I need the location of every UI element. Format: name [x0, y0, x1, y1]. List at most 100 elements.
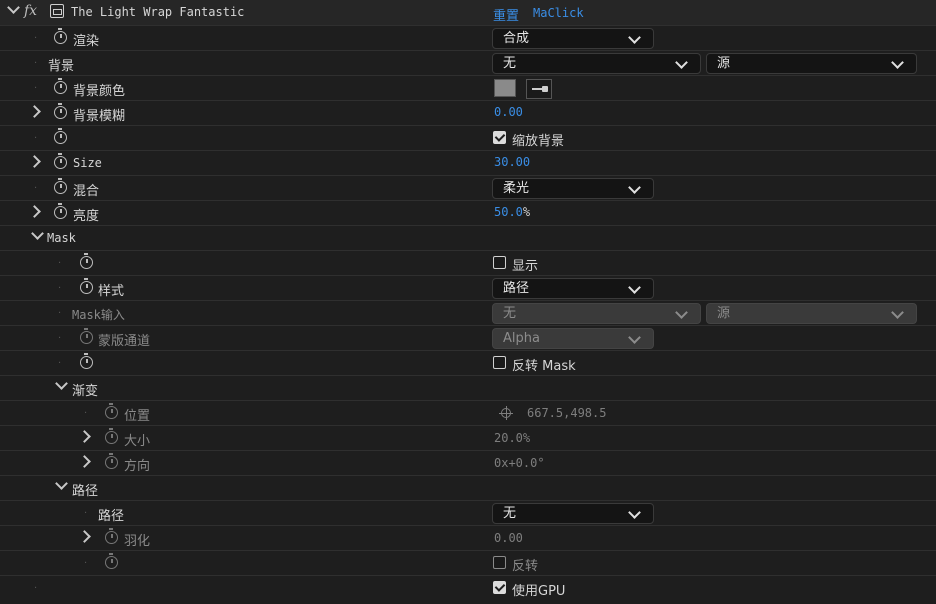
direction-label: 方向	[124, 459, 151, 474]
chevron-down-icon	[628, 31, 641, 44]
mask-input-layer-value: 无	[503, 306, 517, 321]
scale-bg-checkbox[interactable]	[493, 131, 506, 144]
feather-value: 0.00	[494, 531, 523, 545]
chevron-down-icon	[628, 506, 641, 519]
stopwatch-icon[interactable]	[54, 28, 67, 44]
expand-chevron-icon[interactable]	[28, 205, 41, 218]
stopwatch-icon[interactable]	[54, 178, 67, 194]
path-group-row: 路径	[0, 476, 936, 501]
style-dropdown-value: 路径	[503, 281, 530, 296]
show-row: · 显示	[0, 251, 936, 276]
background-source-value: 源	[717, 56, 731, 71]
render-label: 渲染	[73, 34, 100, 49]
matte-channel-label: 蒙版通道	[98, 334, 151, 349]
path-group-label: 路径	[72, 484, 99, 499]
brightness-number: 50.0	[494, 205, 523, 219]
expand-chevron-icon[interactable]	[28, 155, 41, 168]
color-swatch[interactable]	[494, 79, 516, 97]
feather-row: 羽化 0.00	[0, 526, 936, 551]
size-value[interactable]: 30.00	[494, 155, 530, 169]
bg-color-row: · 背景颜色	[0, 76, 936, 101]
bg-blur-label: 背景模糊	[73, 109, 126, 124]
matte-channel-value: Alpha	[503, 331, 540, 346]
bg-blur-row: 背景模糊 0.00	[0, 101, 936, 126]
mask-input-source-dropdown: 源	[706, 303, 917, 324]
expand-chevron-icon[interactable]	[78, 530, 91, 543]
background-layer-dropdown[interactable]: 无	[492, 53, 701, 74]
reset-link[interactable]: 重置	[493, 5, 519, 24]
use-gpu-label: 使用GPU	[512, 584, 566, 599]
blend-dropdown[interactable]: 柔光	[492, 178, 654, 199]
background-source-dropdown[interactable]: 源	[706, 53, 917, 74]
scale-bg-label: 缩放背景	[512, 134, 565, 149]
background-label: 背景	[48, 59, 75, 74]
stopwatch-icon[interactable]	[80, 278, 93, 294]
eyedropper-icon[interactable]	[526, 79, 552, 99]
render-dropdown-value: 合成	[503, 31, 530, 46]
background-row: · 背景 无 源	[0, 51, 936, 76]
mask-group-label: Mask	[47, 231, 76, 245]
stopwatch-icon	[105, 453, 118, 469]
path-dropdown[interactable]: 无	[492, 503, 654, 524]
use-gpu-checkbox[interactable]	[493, 581, 506, 594]
blend-label: 混合	[73, 184, 100, 199]
size-row: Size 30.00	[0, 151, 936, 176]
style-dropdown[interactable]: 路径	[492, 278, 654, 299]
stopwatch-icon[interactable]	[54, 153, 67, 169]
stopwatch-icon[interactable]	[54, 203, 67, 219]
chevron-down-icon	[675, 306, 688, 319]
matte-channel-dropdown: Alpha	[492, 328, 654, 349]
collapse-chevron-icon[interactable]	[55, 377, 68, 390]
stopwatch-icon[interactable]	[54, 128, 67, 144]
use-gpu-row: · 使用GPU	[0, 576, 936, 601]
bg-blur-value[interactable]: 0.00	[494, 105, 523, 119]
plugin-icon	[50, 4, 64, 18]
stopwatch-icon[interactable]	[54, 103, 67, 119]
grad-size-row: 大小 20.0%	[0, 426, 936, 451]
matte-channel-row: · 蒙版通道 Alpha	[0, 326, 936, 351]
expand-chevron-icon[interactable]	[78, 430, 91, 443]
expand-chevron-icon[interactable]	[28, 105, 41, 118]
mask-input-label: Mask输入	[72, 308, 125, 322]
position-value: 667.5,498.5	[527, 406, 607, 420]
position-label: 位置	[124, 409, 151, 424]
chevron-down-icon	[628, 281, 641, 294]
brightness-row: 亮度 50.0%	[0, 201, 936, 226]
invert-mask-checkbox[interactable]	[493, 356, 506, 369]
chevron-down-icon	[891, 56, 904, 69]
stopwatch-icon[interactable]	[80, 353, 93, 369]
stopwatch-icon	[105, 428, 118, 444]
stopwatch-icon	[105, 403, 118, 419]
size-label: Size	[73, 156, 102, 170]
collapse-chevron-icon[interactable]	[7, 1, 20, 14]
path-row: · 路径 无	[0, 501, 936, 526]
effect-header-row: fx The Light Wrap Fantastic 重置 MaClick	[0, 0, 936, 26]
brand-link[interactable]: MaClick	[533, 6, 584, 20]
show-checkbox[interactable]	[493, 256, 506, 269]
expand-chevron-icon[interactable]	[78, 455, 91, 468]
stopwatch-icon	[80, 328, 93, 344]
stopwatch-icon[interactable]	[54, 78, 67, 94]
style-row: · 样式 路径	[0, 276, 936, 301]
show-label: 显示	[512, 259, 539, 274]
stopwatch-icon[interactable]	[80, 253, 93, 269]
grad-size-label: 大小	[124, 434, 151, 449]
collapse-chevron-icon[interactable]	[55, 477, 68, 490]
brightness-label: 亮度	[73, 209, 100, 224]
chevron-down-icon	[628, 181, 641, 194]
mask-input-source-value: 源	[717, 306, 731, 321]
collapse-chevron-icon[interactable]	[31, 227, 44, 240]
scale-bg-row: · 缩放背景	[0, 126, 936, 151]
path-dropdown-value: 无	[503, 506, 517, 521]
invert-checkbox	[493, 556, 506, 569]
brightness-value[interactable]: 50.0%	[494, 205, 530, 219]
chevron-down-icon	[628, 331, 641, 344]
fx-icon[interactable]: fx	[24, 3, 37, 19]
mask-input-row: · Mask输入 无 源	[0, 301, 936, 326]
render-dropdown[interactable]: 合成	[492, 28, 654, 49]
blend-row: · 混合 柔光	[0, 176, 936, 201]
invert-label: 反转	[512, 559, 539, 574]
path-label: 路径	[98, 509, 125, 524]
invert-mask-label: 反转 Mask	[512, 359, 576, 374]
style-label: 样式	[98, 284, 125, 299]
